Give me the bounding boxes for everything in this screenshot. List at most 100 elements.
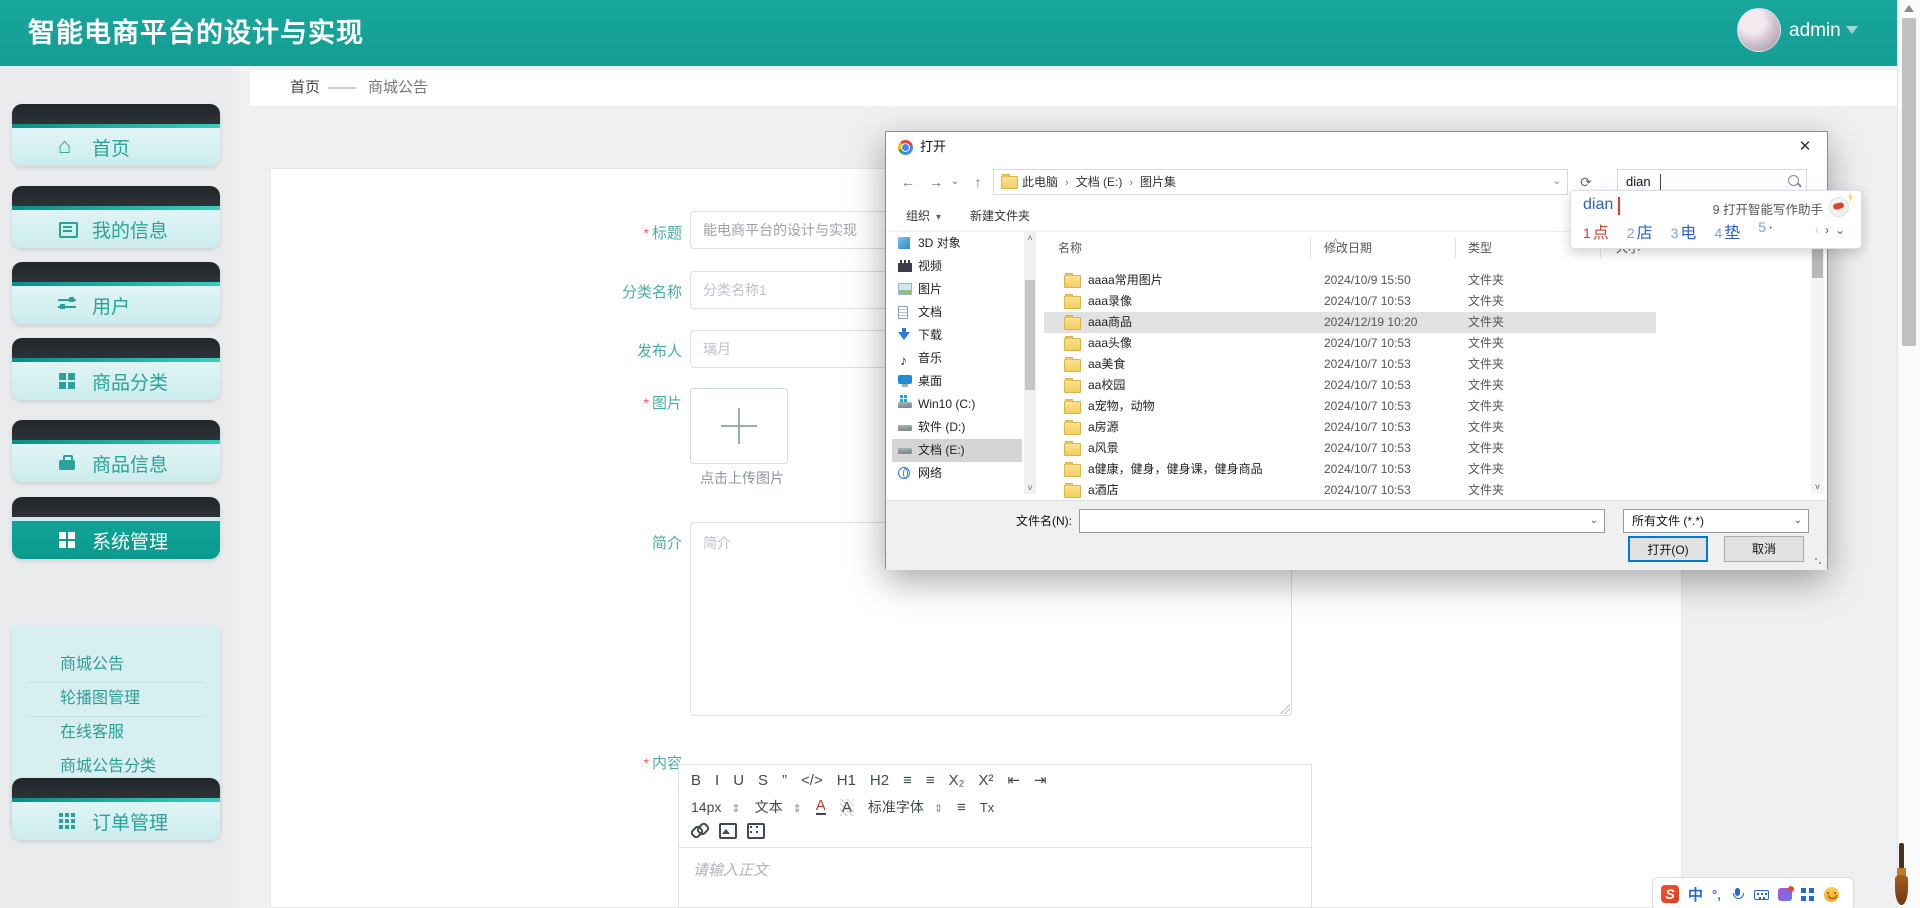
file-row[interactable]: aa校园 2024/10/7 10:53 文件夹 xyxy=(1044,375,1656,396)
avatar[interactable] xyxy=(1737,8,1781,52)
scroll-thumb[interactable] xyxy=(1025,280,1035,390)
editor-toolbar-button[interactable]: H2 xyxy=(870,772,889,789)
sogou-logo-icon[interactable]: S xyxy=(1661,885,1679,903)
page-scrollbar[interactable] xyxy=(1897,0,1920,908)
filename-combobox[interactable]: ⌄ xyxy=(1079,509,1605,533)
editor-toolbar-button[interactable]: U xyxy=(733,772,744,789)
font-family-select[interactable]: 标准字体 xyxy=(868,797,943,817)
place-item[interactable]: 软件 (D:) xyxy=(892,416,1022,439)
editor-toolbar-button[interactable]: </> xyxy=(801,772,823,789)
font-size-select[interactable]: 14px xyxy=(691,799,741,815)
editor-toolbar-button[interactable]: H1 xyxy=(837,772,856,789)
file-row[interactable]: aaa头像 2024/10/7 10:53 文件夹 xyxy=(1044,333,1656,354)
places-scrollbar[interactable]: ˄ ˅ xyxy=(1024,232,1036,494)
editor-toolbar-button[interactable]: ≡ xyxy=(926,772,935,789)
editor-placeholder[interactable]: 请输入正文 xyxy=(693,859,768,880)
path-segment[interactable]: 图片集 xyxy=(1140,175,1176,189)
path-segment[interactable]: 此电脑 xyxy=(1022,175,1058,189)
file-row[interactable]: aaaa常用图片 2024/10/9 15:50 文件夹 xyxy=(1044,270,1656,291)
editor-toolbar-button[interactable]: ⇤ xyxy=(1007,771,1020,789)
text-color-button[interactable]: A xyxy=(816,799,826,815)
ime-candidate[interactable]: 3电 xyxy=(1671,219,1697,245)
emoji-icon[interactable] xyxy=(1824,887,1839,902)
sidebar-item-order-mgmt[interactable]: 订单管理 xyxy=(12,778,220,840)
keyboard-icon[interactable] xyxy=(1754,890,1769,900)
image-upload-box[interactable] xyxy=(690,388,788,464)
column-date[interactable]: 修改日期 xyxy=(1324,236,1372,260)
column-type[interactable]: 类型 xyxy=(1468,236,1492,260)
sidebar-item-my-info[interactable]: 我的信息 xyxy=(12,186,220,248)
editor-toolbar-button[interactable]: ⇥ xyxy=(1034,771,1047,789)
image-icon[interactable] xyxy=(719,823,735,837)
microphone-icon[interactable] xyxy=(1730,887,1745,902)
place-item[interactable]: 文档 xyxy=(892,301,1022,324)
ime-candidate[interactable]: 4垫 xyxy=(1714,219,1740,245)
scroll-down-icon[interactable]: ˅ xyxy=(1024,482,1036,494)
submenu-item[interactable]: 轮播图管理 xyxy=(12,682,220,716)
editor-toolbar-button[interactable]: ≡ xyxy=(903,772,912,789)
file-row[interactable]: aaa录像 2024/10/7 10:53 文件夹 xyxy=(1044,291,1656,312)
organize-button[interactable]: 组织 xyxy=(906,202,941,232)
open-button[interactable]: 打开(O) xyxy=(1628,536,1708,562)
scroll-up-icon[interactable] xyxy=(1904,5,1914,12)
chinese-mode-icon[interactable]: 中 xyxy=(1688,884,1703,905)
ime-assistant-hint[interactable]: 9 打开智能写作助手 xyxy=(1713,199,1823,218)
editor-toolbar-button[interactable]: B xyxy=(691,772,701,789)
place-item[interactable]: 图片 xyxy=(892,278,1022,301)
toolbox-icon[interactable] xyxy=(1801,888,1815,901)
place-item[interactable]: 网络 xyxy=(892,462,1022,485)
filetype-filter-select[interactable]: 所有文件 (*.*)⌄ xyxy=(1623,509,1809,533)
editor-toolbar-button[interactable]: X² xyxy=(978,772,993,789)
chevron-down-icon[interactable]: ⌄ xyxy=(1590,510,1598,532)
editor-toolbar-button[interactable]: S xyxy=(758,772,768,789)
column-name[interactable]: 名称 xyxy=(1058,236,1082,260)
chevron-down-icon[interactable]: ⌄ xyxy=(1794,510,1802,532)
file-row[interactable]: aaa商品 2024/12/19 10:20 文件夹 xyxy=(1044,312,1656,333)
scroll-down-icon[interactable]: ˅ xyxy=(1811,482,1824,492)
file-row[interactable]: a风景 2024/10/7 10:53 文件夹 xyxy=(1044,438,1656,459)
ime-candidate[interactable]: 2店 xyxy=(1627,219,1653,245)
text-style-select[interactable]: 文本 xyxy=(755,797,802,817)
cancel-button[interactable]: 取消 xyxy=(1724,536,1804,562)
file-row[interactable]: a房源 2024/10/7 10:53 文件夹 xyxy=(1044,417,1656,438)
history-chevron-icon[interactable]: ⌄ xyxy=(948,169,962,195)
new-folder-button[interactable]: 新建文件夹 xyxy=(970,202,1030,230)
file-row[interactable]: aa美食 2024/10/7 10:53 文件夹 xyxy=(1044,354,1656,375)
place-item[interactable]: 视频 xyxy=(892,255,1022,278)
place-item[interactable]: 下载 xyxy=(892,324,1022,347)
file-row[interactable]: a健康，健身，健身课，健身商品 2024/10/7 10:53 文件夹 xyxy=(1044,459,1656,480)
file-list-scrollbar[interactable]: ˅ xyxy=(1811,236,1824,494)
address-dropdown-icon[interactable]: ⌄ xyxy=(1553,170,1561,194)
sidebar-item-home[interactable]: 首页 xyxy=(12,104,220,166)
place-item[interactable]: 文档 (E:) xyxy=(892,439,1022,462)
ime-candidate[interactable]: 1点 xyxy=(1583,219,1609,245)
scroll-up-icon[interactable]: ˄ xyxy=(1024,232,1036,244)
place-item[interactable]: 音乐 xyxy=(892,347,1022,370)
punctuation-icon[interactable]: °‚ xyxy=(1712,887,1721,902)
chevron-down-icon[interactable] xyxy=(1846,26,1858,34)
user-menu[interactable]: admin xyxy=(1789,0,1841,62)
scroll-thumb[interactable] xyxy=(1902,18,1916,346)
path-segment[interactable]: 文档 (E:) xyxy=(1076,175,1123,189)
file-row[interactable]: a酒店 2024/10/7 10:53 文件夹 xyxy=(1044,480,1656,498)
close-icon[interactable]: ✕ xyxy=(1791,135,1819,159)
place-item[interactable]: 3D 对象 xyxy=(892,232,1022,255)
ime-page-arrows[interactable]: ‹›⌄ xyxy=(1815,223,1851,237)
ime-candidate[interactable]: 5· xyxy=(1758,219,1773,245)
place-item[interactable]: Win10 (C:) xyxy=(892,393,1022,416)
dialog-titlebar[interactable]: 打开 ✕ xyxy=(886,132,1827,162)
skin-icon[interactable] xyxy=(1778,888,1792,901)
writing-assistant-icon[interactable] xyxy=(1829,197,1849,217)
clean-format-button[interactable]: Tx xyxy=(980,800,994,815)
sidebar-item-users[interactable]: 用户 xyxy=(12,262,220,324)
submenu-item[interactable]: 在线客服 xyxy=(12,716,220,750)
background-color-button[interactable]: A xyxy=(840,799,854,816)
file-row[interactable]: a宠物，动物 2024/10/7 10:53 文件夹 xyxy=(1044,396,1656,417)
align-button[interactable]: ≡ xyxy=(957,799,966,816)
sidebar-item-product-category[interactable]: 商品分类 xyxy=(12,338,220,400)
editor-toolbar-button[interactable]: I xyxy=(715,772,719,789)
sidebar-item-system-mgmt[interactable]: 系统管理 xyxy=(12,497,220,559)
video-icon[interactable] xyxy=(747,823,763,837)
up-button[interactable]: ↑ xyxy=(966,169,990,195)
breadcrumb-home[interactable]: 首页 xyxy=(290,70,320,106)
